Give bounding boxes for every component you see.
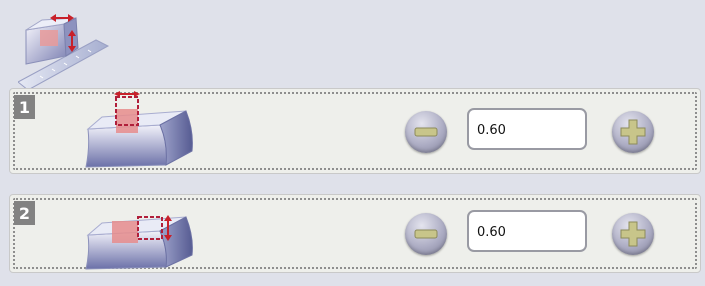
row-number-badge: 2 [14,201,35,225]
top-edge-gap-icon [82,91,197,169]
value-field[interactable] [467,210,587,252]
edge-offset-adjust-icon [17,6,110,92]
decrease-button[interactable] [405,213,447,255]
row-panel-2: 2 [9,194,701,273]
minus-icon [414,229,438,239]
plus-icon [620,119,646,145]
increase-button[interactable] [612,111,654,153]
row-panel-1: 1 [9,88,701,174]
side-edge-gap-icon [82,205,197,271]
minus-icon [414,127,438,137]
decrease-button[interactable] [405,111,447,153]
increase-button[interactable] [612,213,654,255]
value-field[interactable] [467,108,587,150]
row-number-badge: 1 [14,95,35,119]
plus-icon [620,221,646,247]
